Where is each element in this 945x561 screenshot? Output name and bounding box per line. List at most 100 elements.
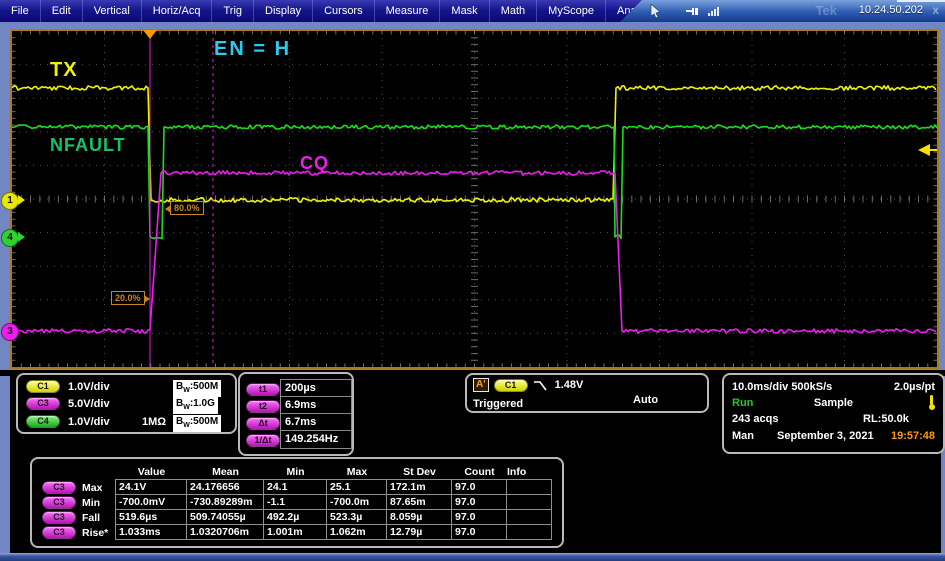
meas-row-label: C3 Max — [38, 480, 116, 495]
thermometer-icon — [927, 395, 935, 411]
meas-header-mean: Mean — [212, 466, 239, 478]
meas-cell: 8.059µ — [386, 509, 452, 525]
channel-1-position-badge[interactable]: 1 — [1, 192, 19, 210]
menu-edit[interactable]: Edit — [41, 0, 83, 22]
meas-cell: 1.0320706m — [186, 524, 264, 540]
trigger-level: 1.48V — [554, 379, 584, 391]
meas-cell: 97.0 — [451, 479, 507, 495]
meas-cell: 97.0 — [451, 509, 507, 525]
channel-readout-panel[interactable]: C1 1.0V/div BW:500M C3 5.0V/div BW:1.0G … — [16, 373, 237, 434]
channel-1-arrow-icon — [18, 195, 25, 205]
date-label: September 3, 2021 — [777, 430, 874, 442]
meas-cell: 509.74055µ — [186, 509, 264, 525]
ref-level-flag-80[interactable]: 80.0% — [165, 201, 204, 215]
channel-3-scale: 5.0V/div — [68, 397, 110, 410]
measurement-table-panel[interactable]: Value Mean Min Max St Dev Count Info C3 M… — [30, 457, 564, 548]
window-edge-left — [0, 376, 10, 556]
cursor-freq-pill[interactable]: 1/Δt — [246, 433, 280, 447]
meas-row-label: C3 Fall — [38, 510, 116, 525]
menu-vertical[interactable]: Vertical — [83, 0, 142, 22]
trace-label-nfault: NFAULT — [50, 135, 126, 155]
menu-cursors[interactable]: Cursors — [313, 0, 375, 22]
acquisition-mode: Sample — [813, 397, 854, 409]
menu-bar: File Edit Vertical Horiz/Acq Trig Displa… — [0, 0, 945, 22]
menu-myscope[interactable]: MyScope — [537, 0, 607, 22]
ip-address: 10.24.50.202 — [858, 4, 923, 16]
meas-cell: 25.1 — [326, 479, 387, 495]
meas-cell: 24.1V — [115, 479, 187, 495]
meas-header-info: Info — [507, 466, 527, 478]
channel-4-pill[interactable]: C4 — [26, 415, 60, 428]
meas-cell: 523.3µ — [326, 509, 387, 525]
tek-logo: Tek — [815, 3, 837, 18]
meas-cell — [506, 494, 552, 510]
meas-cell: 172.1m — [386, 479, 452, 495]
channel-1-scale: 1.0V/div — [68, 380, 110, 393]
window-edge — [897, 0, 945, 2]
menu-mask[interactable]: Mask — [440, 0, 490, 22]
cursor-readout-panel[interactable]: t1 200µs t2 6.9ms Δt 6.7ms 1/Δt 149.254H… — [238, 372, 354, 456]
meas-source-pill[interactable]: C3 — [42, 481, 76, 494]
trace-label-tx: TX — [50, 59, 78, 81]
meas-cell: -700.0m — [326, 494, 387, 510]
meas-cell: 1.033ms — [115, 524, 187, 540]
meas-cell: 87.65m — [386, 494, 452, 510]
meas-cell: 97.0 — [451, 494, 507, 510]
menu-trig[interactable]: Trig — [212, 0, 255, 22]
channel-4-scale: 1.0V/div — [68, 415, 110, 428]
channel-4-impedance: 1MΩ — [142, 415, 167, 428]
mouse-pointer-icon — [650, 4, 661, 19]
waveform-graticule[interactable]: TX NFAULT CQ EN = H 80.0% 20.0% 1 4 3 — [1, 29, 939, 369]
meas-cell — [506, 479, 552, 495]
cursor-t2-pill[interactable]: t2 — [246, 399, 280, 413]
channel-4-position-badge[interactable]: 4 — [1, 229, 19, 247]
time-label: 19:57:48 — [890, 430, 935, 442]
trace-label-cq: CQ — [300, 153, 329, 173]
channel-3-position-badge[interactable]: 3 — [1, 323, 19, 341]
sample-resolution: 2.0µs/pt — [893, 381, 935, 393]
horizontal-acquisition-panel[interactable]: 10.0ms/div 500kS/s 2.0µs/pt Run Sample 2… — [722, 373, 945, 454]
meas-cell: 519.6µs — [115, 509, 187, 525]
meas-header-stdev: St Dev — [403, 466, 436, 478]
ref-80-label: 80.0% — [174, 203, 200, 213]
channel-3-pill[interactable]: C3 — [26, 397, 60, 410]
close-icon[interactable]: x — [932, 3, 939, 17]
trigger-position-marker-icon[interactable] — [143, 30, 157, 39]
channel-1-pill[interactable]: C1 — [26, 380, 60, 393]
menu-measure[interactable]: Measure — [375, 0, 441, 22]
meas-source-pill[interactable]: C3 — [42, 496, 76, 509]
cursor-t1-pill[interactable]: t1 — [246, 382, 280, 396]
meas-source-pill[interactable]: C3 — [42, 511, 76, 524]
menu-math[interactable]: Math — [490, 0, 538, 22]
meas-header-count: Count — [464, 466, 495, 478]
cursor-freq-value: 149.254Hz — [280, 430, 352, 449]
menu-file[interactable]: File — [0, 0, 41, 22]
meas-row-label: C3 Rise* — [38, 525, 116, 540]
meas-header-max: Max — [346, 466, 368, 478]
oscilloscope-screen: File Edit Vertical Horiz/Acq Trig Displa… — [0, 0, 945, 561]
trigger-level-arrow-icon[interactable] — [915, 142, 937, 158]
meas-cell: 1.001m — [263, 524, 327, 540]
meas-source-pill[interactable]: C3 — [42, 526, 76, 539]
ref-20-label: 20.0% — [115, 293, 141, 303]
menu-display[interactable]: Display — [254, 0, 314, 22]
window-edge-bottom — [0, 553, 945, 561]
trigger-source-pill[interactable]: C1 — [493, 378, 528, 392]
annotation-en-high: EN = H — [214, 38, 292, 60]
trigger-mode: Auto — [633, 394, 659, 406]
cursor-dt-pill[interactable]: Δt — [246, 416, 280, 430]
meas-cell: 24.176656 — [186, 479, 264, 495]
meas-header-min: Min — [286, 466, 305, 478]
menubar-right-area: Tek 10.24.50.202 x — [620, 0, 945, 22]
meas-cell: 492.2µ — [263, 509, 327, 525]
trigger-readout-panel[interactable]: A' C1 1.48V Triggered Auto — [465, 373, 709, 413]
horizontal-scale: 10.0ms/div 500kS/s — [732, 381, 833, 393]
meas-row-label: C3 Min — [38, 495, 116, 510]
waveform-plot — [12, 31, 937, 367]
signal-bars-icon[interactable] — [708, 6, 719, 16]
meas-cell: 12.79µ — [386, 524, 452, 540]
ref-level-flag-20[interactable]: 20.0% — [111, 291, 150, 305]
pin-icon[interactable] — [686, 8, 699, 15]
menu-horiz-acq[interactable]: Horiz/Acq — [142, 0, 213, 22]
channel-4-arrow-icon — [18, 232, 25, 242]
